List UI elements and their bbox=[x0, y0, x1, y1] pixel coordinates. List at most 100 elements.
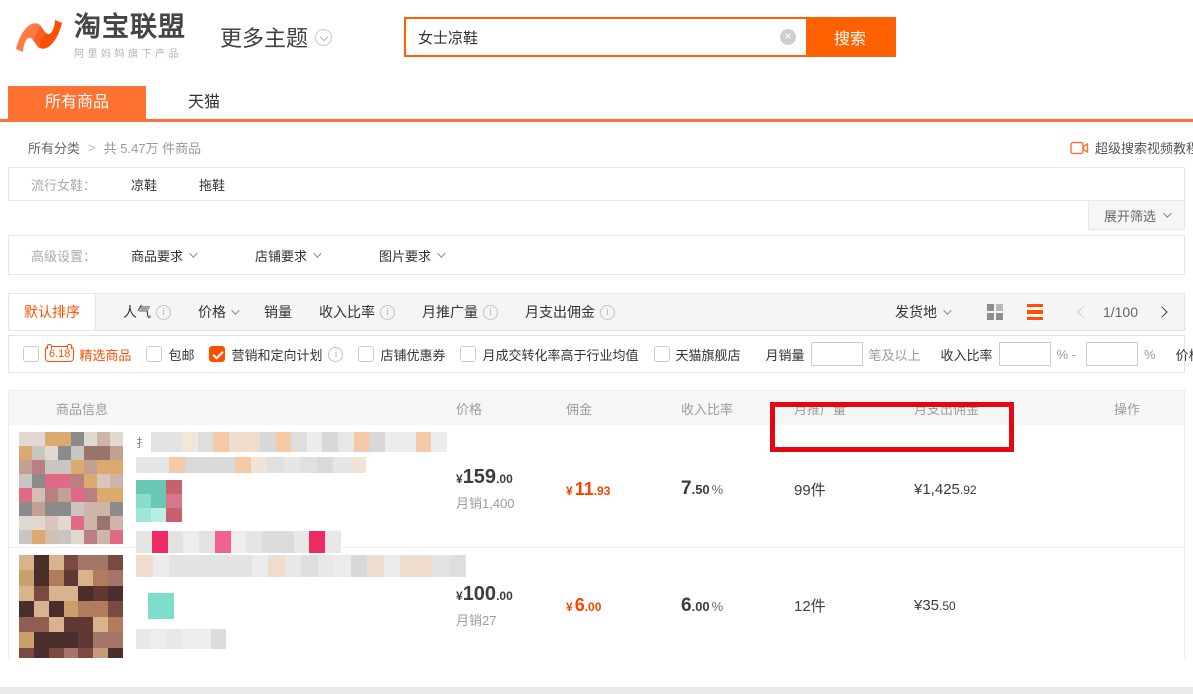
percent-sign: % bbox=[1144, 347, 1156, 362]
video-tutorial-link[interactable]: 超级搜索视频教程 bbox=[1070, 138, 1193, 157]
sort-default[interactable]: 默认排序 bbox=[9, 294, 96, 330]
censored-tag bbox=[148, 593, 174, 619]
list-view-icon[interactable] bbox=[1027, 304, 1043, 321]
video-tutorial-label: 超级搜索视频教程 bbox=[1095, 138, 1193, 157]
quick-filter-panel: 6.18 精选商品 包邮 营销和定向计划 店铺优惠券 月成交转化率高于行业均值 … bbox=[8, 335, 1185, 373]
col-monthly-promo: 月推广量 bbox=[794, 399, 914, 418]
product-table: 商品信息 价格 佣金 收入比率 月推广量 月支出佣金 操作 扌 bbox=[8, 390, 1185, 658]
checkbox-conversion-above-average[interactable]: 月成交转化率高于行业均值 bbox=[460, 345, 638, 364]
expand-filter-row: 展开筛选 bbox=[8, 201, 1185, 230]
monthly-sales-input[interactable] bbox=[811, 342, 863, 366]
sort-income-ratio[interactable]: 收入比率 bbox=[319, 302, 395, 322]
checkbox-tmall-flagship[interactable]: 天猫旗舰店 bbox=[654, 345, 741, 364]
search-box: × 搜索 bbox=[404, 17, 896, 57]
price-cell: ¥159.00 月销1,400 bbox=[456, 466, 566, 512]
chevron-down-icon bbox=[1163, 209, 1171, 217]
info-icon[interactable] bbox=[600, 305, 615, 320]
more-topics-label: 更多主题 bbox=[220, 21, 308, 53]
breadcrumb-category[interactable]: 所有分类 bbox=[28, 138, 80, 157]
chevron-right-icon[interactable] bbox=[1156, 306, 1167, 317]
dropdown-image-requirements[interactable]: 图片要求 bbox=[379, 246, 467, 265]
expand-filter-button[interactable]: 展开筛选 bbox=[1088, 201, 1185, 230]
checkbox[interactable] bbox=[209, 346, 225, 362]
taobao-union-logo-icon bbox=[12, 14, 66, 60]
dropdown-product-requirements[interactable]: 商品要求 bbox=[131, 246, 219, 265]
checkbox[interactable] bbox=[146, 346, 162, 362]
expand-filter-label: 展开筛选 bbox=[1104, 206, 1156, 225]
sort-price[interactable]: 价格 bbox=[198, 302, 237, 322]
monthly-promo-cell: 99件 bbox=[794, 479, 914, 500]
search-button[interactable]: 搜索 bbox=[806, 19, 894, 55]
ship-from-dropdown[interactable]: 发货地 bbox=[895, 302, 949, 322]
income-ratio-min-input[interactable] bbox=[999, 342, 1051, 366]
category-filter-label: 流行女鞋： bbox=[9, 175, 131, 194]
col-actions: 操作 bbox=[1114, 399, 1184, 418]
income-ratio-label: 收入比率 bbox=[941, 345, 993, 364]
sort-sales[interactable]: 销量 bbox=[264, 302, 292, 322]
censored-product-title[interactable] bbox=[136, 555, 466, 658]
info-icon[interactable] bbox=[156, 305, 171, 320]
checkbox[interactable] bbox=[23, 346, 39, 362]
checkbox-featured-products[interactable]: 6.18 精选商品 bbox=[23, 345, 131, 364]
censored-product-image[interactable] bbox=[19, 432, 123, 544]
checkbox[interactable] bbox=[654, 346, 670, 362]
taobao-union-search-page: { "brand": { "title": "淘宝联盟", "subtitle"… bbox=[0, 0, 1193, 694]
category-filter-panel: 流行女鞋： 凉鞋 拖鞋 bbox=[8, 167, 1185, 201]
checkbox-free-shipping[interactable]: 包邮 bbox=[146, 345, 194, 364]
price-cell: ¥100.00 月销27 bbox=[456, 583, 566, 629]
sort-popularity[interactable]: 人气 bbox=[123, 302, 171, 322]
income-ratio-cell: 6.00% bbox=[681, 595, 794, 617]
logo[interactable]: 淘宝联盟 阿里妈妈旗下产品 bbox=[12, 14, 186, 60]
grid-view-icon[interactable] bbox=[987, 304, 1003, 320]
video-camera-icon bbox=[1070, 141, 1089, 155]
price-label: 价格 bbox=[1176, 345, 1193, 364]
tab-tmall[interactable]: 天猫 bbox=[146, 86, 262, 119]
chevron-down-icon bbox=[231, 306, 239, 314]
chevron-down-icon bbox=[189, 249, 197, 257]
checkbox[interactable] bbox=[358, 346, 374, 362]
monthly-sales: 月销27 bbox=[456, 610, 566, 629]
chevron-left-icon[interactable] bbox=[1077, 306, 1088, 317]
filter-option-slippers[interactable]: 拖鞋 bbox=[199, 175, 225, 194]
breadcrumb-separator: > bbox=[88, 140, 96, 155]
sort-monthly-commission[interactable]: 月支出佣金 bbox=[525, 302, 615, 322]
page-indicator: 1/100 bbox=[1103, 304, 1138, 320]
tab-all-products[interactable]: 所有商品 bbox=[8, 86, 146, 119]
table-header-row: 商品信息 价格 佣金 收入比率 月推广量 月支出佣金 操作 bbox=[9, 391, 1184, 425]
promo-badge-icon: 6.18 bbox=[45, 346, 74, 362]
col-income-ratio: 收入比率 bbox=[681, 399, 794, 418]
filter-option-sandals[interactable]: 凉鞋 bbox=[131, 175, 157, 194]
sort-bar: 默认排序 人气 价格 销量 收入比率 月推广量 月支出佣金 发货地 1/100 bbox=[8, 293, 1185, 331]
search-input[interactable] bbox=[406, 19, 780, 55]
chevron-down-icon bbox=[313, 249, 321, 257]
censored-product-image[interactable] bbox=[19, 555, 123, 658]
info-icon[interactable] bbox=[483, 305, 498, 320]
advanced-settings-panel: 高级设置： 商品要求 店铺要求 图片要求 bbox=[8, 235, 1185, 275]
sort-monthly-promo[interactable]: 月推广量 bbox=[422, 302, 498, 322]
info-icon[interactable] bbox=[328, 347, 343, 362]
dropdown-shop-requirements[interactable]: 店铺要求 bbox=[255, 246, 343, 265]
commission-cell: ¥11.93 bbox=[566, 479, 681, 500]
logo-title: 淘宝联盟 bbox=[74, 14, 186, 41]
monthly-commission-cell: ¥35.50 bbox=[914, 597, 1114, 614]
info-icon[interactable] bbox=[380, 305, 395, 320]
page-header: 淘宝联盟 阿里妈妈旗下产品 更多主题 × 搜索 bbox=[0, 0, 1193, 74]
table-row: ¥100.00 月销27 ¥6.00 6.00% 12件 ¥35.50 bbox=[9, 547, 1184, 658]
advanced-settings-label: 高级设置： bbox=[9, 246, 131, 265]
chevron-down-icon bbox=[943, 306, 951, 314]
censored-product-title[interactable]: 扌 bbox=[136, 432, 447, 553]
chevron-down-icon bbox=[315, 29, 332, 46]
checkbox[interactable] bbox=[460, 346, 476, 362]
checkbox-shop-coupon[interactable]: 店铺优惠券 bbox=[358, 345, 445, 364]
clear-search-icon[interactable]: × bbox=[780, 29, 796, 45]
more-topics-menu[interactable]: 更多主题 bbox=[220, 21, 332, 53]
col-price: 价格 bbox=[456, 399, 566, 418]
commission-cell: ¥6.00 bbox=[566, 595, 681, 616]
checkbox-marketing-plan[interactable]: 营销和定向计划 bbox=[209, 345, 343, 364]
bottom-scroll-strip bbox=[0, 687, 1193, 694]
col-commission: 佣金 bbox=[566, 399, 681, 418]
income-ratio-max-input[interactable] bbox=[1086, 342, 1138, 366]
logo-subtitle: 阿里妈妈旗下产品 bbox=[74, 45, 186, 60]
monthly-sales-suffix: 笔及以上 bbox=[869, 345, 921, 364]
stray-char: 扌 bbox=[136, 434, 148, 451]
